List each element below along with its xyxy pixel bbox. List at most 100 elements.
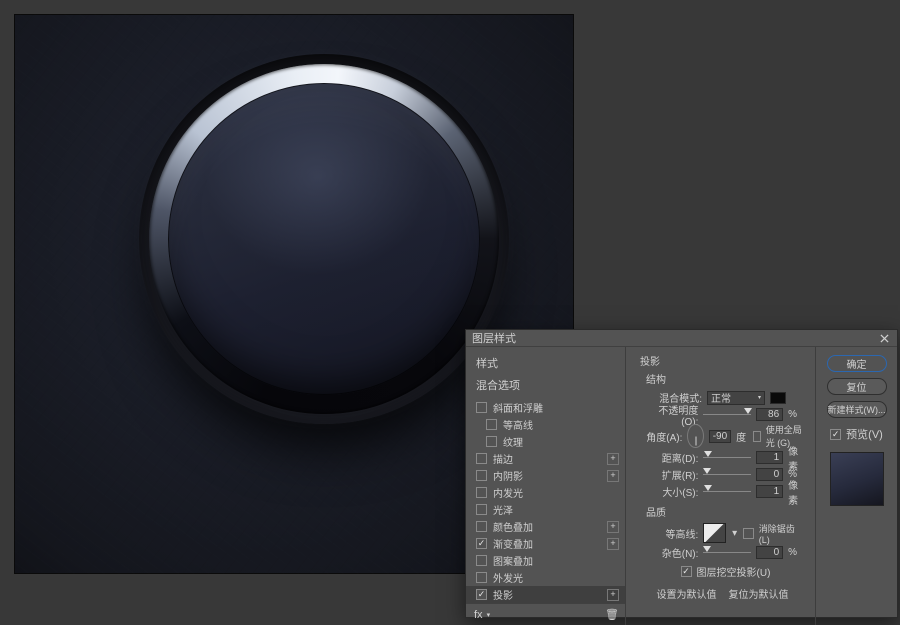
knockout-checkbox[interactable] <box>681 566 692 577</box>
opacity-slider[interactable] <box>703 410 751 420</box>
new-style-button[interactable]: 新建样式(W)... <box>827 401 887 418</box>
blend-mode-select[interactable]: 正常 ▾ <box>707 391 765 405</box>
style-label: 纹理 <box>503 434 619 449</box>
shadow-color-swatch[interactable] <box>770 392 786 404</box>
style-checkbox[interactable] <box>476 538 487 549</box>
style-label: 描边 <box>493 451 607 466</box>
antialias-checkbox[interactable] <box>743 528 753 539</box>
style-checkbox[interactable] <box>486 436 497 447</box>
style-checkbox[interactable] <box>476 572 487 583</box>
global-light-checkbox[interactable] <box>753 431 761 442</box>
style-checkbox[interactable] <box>476 504 487 515</box>
unit-px: 像素 <box>788 443 805 473</box>
distance-slider[interactable] <box>703 453 751 463</box>
style-label: 斜面和浮雕 <box>493 400 619 415</box>
style-row-6[interactable]: 光泽 <box>466 501 625 518</box>
defaults-row: 设置为默认值 复位为默认值 <box>640 586 805 601</box>
artwork-glass-center <box>168 83 480 395</box>
style-label: 光泽 <box>493 502 619 517</box>
distance-input[interactable]: 1 <box>756 451 783 464</box>
style-row-0[interactable]: 斜面和浮雕 <box>466 399 625 416</box>
close-icon[interactable] <box>877 331 891 345</box>
style-label: 内发光 <box>493 485 619 500</box>
style-row-11[interactable]: 投影+ <box>466 586 625 603</box>
label-angle: 角度(A): <box>646 429 682 444</box>
style-row-9[interactable]: 图案叠加 <box>466 552 625 569</box>
make-default-button[interactable]: 设置为默认值 <box>657 586 717 601</box>
style-checkbox[interactable] <box>486 419 497 430</box>
style-label: 外发光 <box>493 570 619 585</box>
style-label: 渐变叠加 <box>493 536 607 551</box>
row-spread: 扩展(R): 0 % <box>646 466 805 483</box>
styles-heading: 样式 <box>466 353 625 375</box>
noise-slider[interactable] <box>703 548 751 558</box>
ok-button[interactable]: 确定 <box>827 355 887 372</box>
spread-input[interactable]: 0 <box>756 468 783 481</box>
cancel-button[interactable]: 复位 <box>827 378 887 395</box>
style-checkbox[interactable] <box>476 589 487 600</box>
label-size: 大小(S): <box>646 484 698 499</box>
add-effect-icon[interactable]: + <box>607 470 619 482</box>
unit-px: 像素 <box>788 477 805 507</box>
add-effect-icon[interactable]: + <box>607 521 619 533</box>
style-checkbox[interactable] <box>476 487 487 498</box>
label-opacity: 不透明度(O): <box>646 402 698 428</box>
row-knockout: 图层挖空投影(U) <box>646 563 805 580</box>
label-knockout: 图层挖空投影(U) <box>697 564 771 579</box>
style-checkbox[interactable] <box>476 555 487 566</box>
style-row-4[interactable]: 内阴影+ <box>466 467 625 484</box>
label-distance: 距离(D): <box>646 450 698 465</box>
label-noise: 杂色(N): <box>646 545 698 560</box>
style-checkbox[interactable] <box>476 453 487 464</box>
size-input[interactable]: 1 <box>756 485 783 498</box>
reset-default-button[interactable]: 复位为默认值 <box>729 586 789 601</box>
artwork-ring <box>139 54 509 424</box>
spread-slider[interactable] <box>703 470 751 480</box>
style-checkbox[interactable] <box>476 521 487 532</box>
angle-dial[interactable] <box>687 424 703 448</box>
row-distance: 距离(D): 1 像素 <box>646 449 805 466</box>
label-spread: 扩展(R): <box>646 467 698 482</box>
dialog-titlebar[interactable]: 图层样式 <box>466 330 897 347</box>
add-effect-icon[interactable]: + <box>607 589 619 601</box>
contour-picker[interactable] <box>703 523 726 543</box>
row-noise: 杂色(N): 0 % <box>646 544 805 561</box>
size-slider[interactable] <box>703 487 751 497</box>
label-antialias: 消除锯齿 (L) <box>759 522 805 545</box>
style-row-2[interactable]: 纹理 <box>466 433 625 450</box>
trash-icon[interactable]: 🗑 <box>605 608 617 621</box>
unit-degree: 度 <box>736 429 748 444</box>
style-checkbox[interactable] <box>476 402 487 413</box>
style-row-8[interactable]: 渐变叠加+ <box>466 535 625 552</box>
preview-toggle-row: 预览(V) <box>830 426 883 442</box>
section-structure: 结构 <box>646 371 805 386</box>
chevron-down-icon: ▾ <box>758 394 761 401</box>
style-row-7[interactable]: 颜色叠加+ <box>466 518 625 535</box>
chevron-down-icon[interactable]: ▾ <box>731 528 738 539</box>
fx-menu[interactable]: fx ▾ <box>474 609 490 621</box>
add-effect-icon[interactable]: + <box>607 538 619 550</box>
style-row-5[interactable]: 内发光 <box>466 484 625 501</box>
style-row-1[interactable]: 等高线 <box>466 416 625 433</box>
style-row-10[interactable]: 外发光 <box>466 569 625 586</box>
style-label: 颜色叠加 <box>493 519 607 534</box>
section-quality: 品质 <box>646 504 805 519</box>
style-label: 等高线 <box>503 417 619 432</box>
style-checkbox[interactable] <box>476 470 487 481</box>
style-preview-swatch <box>830 452 884 506</box>
angle-input[interactable]: -90 <box>709 430 731 443</box>
artwork-metal-ring <box>149 64 499 414</box>
styles-column: 样式 混合选项 斜面和浮雕等高线纹理描边+内阴影+内发光光泽颜色叠加+渐变叠加+… <box>466 347 626 625</box>
opacity-input[interactable]: 86 <box>756 408 783 421</box>
row-size: 大小(S): 1 像素 <box>646 483 805 500</box>
add-effect-icon[interactable]: + <box>607 453 619 465</box>
dialog-body: 样式 混合选项 斜面和浮雕等高线纹理描边+内阴影+内发光光泽颜色叠加+渐变叠加+… <box>466 347 897 625</box>
noise-input[interactable]: 0 <box>756 546 783 559</box>
label-preview: 预览(V) <box>846 426 883 442</box>
style-label: 投影 <box>493 587 607 602</box>
preview-checkbox[interactable] <box>830 429 841 440</box>
style-row-3[interactable]: 描边+ <box>466 450 625 467</box>
section-drop-shadow: 投影 <box>640 353 805 368</box>
blend-options-heading[interactable]: 混合选项 <box>466 375 625 399</box>
chevron-down-icon: ▾ <box>487 611 491 619</box>
